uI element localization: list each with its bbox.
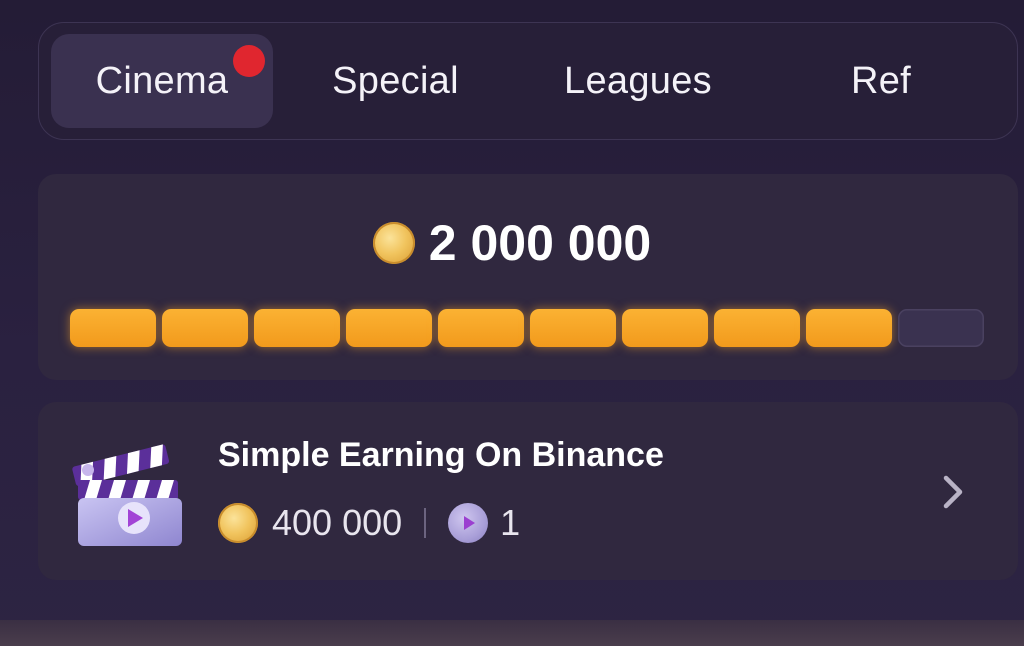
tab-special[interactable]: Special <box>273 34 518 128</box>
progress-amount: 2 000 000 <box>428 215 652 271</box>
progress-segment-filled <box>806 309 892 347</box>
coin-icon <box>218 503 258 543</box>
task-rewards: 400 000 1 <box>218 502 520 544</box>
tab-label: Ref <box>850 59 912 102</box>
coin-reward: 400 000 <box>272 502 403 543</box>
progress-bar <box>70 309 984 347</box>
progress-segment-empty <box>898 309 984 347</box>
progress-segment-filled <box>70 309 156 347</box>
progress-amount-row: 2 000 000 <box>0 214 1024 272</box>
progress-card <box>38 174 1018 380</box>
task-title: Simple Earning On Binance <box>218 436 664 474</box>
tab-label: Cinema <box>95 59 229 102</box>
tab-ref[interactable]: Ref <box>758 34 1004 128</box>
tab-bar: Cinema Special Leagues Ref <box>38 22 1018 140</box>
progress-segment-filled <box>438 309 524 347</box>
progress-segment-filled <box>622 309 708 347</box>
tab-leagues[interactable]: Leagues <box>518 34 758 128</box>
progress-segment-filled <box>714 309 800 347</box>
ticket-play-icon <box>448 503 489 543</box>
notification-dot <box>233 45 265 77</box>
clapperboard-icon <box>72 444 182 546</box>
tab-cinema[interactable]: Cinema <box>51 34 273 128</box>
progress-segment-filled <box>254 309 340 347</box>
progress-segment-filled <box>162 309 248 347</box>
reward-divider <box>424 508 427 538</box>
progress-segment-filled <box>530 309 616 347</box>
page: Cinema Special Leagues Ref 2 000 000 Sim… <box>0 0 1024 646</box>
tab-label: Special <box>332 59 459 102</box>
ticket-reward: 1 <box>500 502 521 543</box>
progress-segment-filled <box>346 309 432 347</box>
coin-icon <box>372 222 415 264</box>
chevron-right-icon[interactable] <box>936 470 972 514</box>
bottom-edge <box>0 620 1024 646</box>
tab-label: Leagues <box>564 59 712 102</box>
